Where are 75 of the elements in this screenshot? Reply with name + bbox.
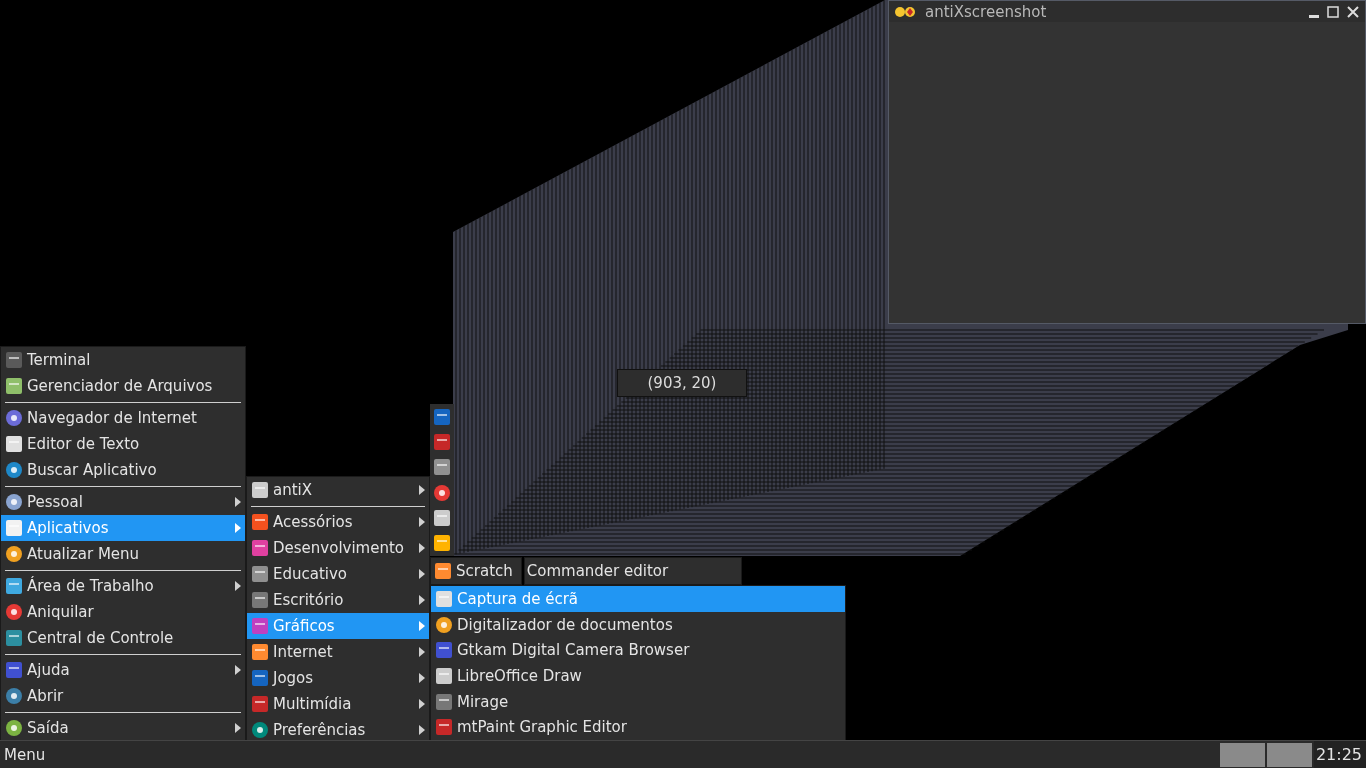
square-icon: [433, 407, 451, 426]
square-icon: [5, 519, 23, 537]
square-icon: [251, 617, 269, 635]
coordinates-tooltip: (903, 20): [617, 369, 747, 397]
circle-icon: [5, 461, 23, 479]
square-icon: [435, 666, 453, 685]
menu-item[interactable]: Acessórios: [247, 509, 429, 535]
menu-item[interactable]: Scratch: [430, 557, 522, 585]
menu-item[interactable]: Central de Controle: [1, 625, 245, 651]
circle-icon: [5, 409, 23, 427]
menu-item[interactable]: Mirage: [431, 688, 845, 715]
square-icon: [5, 351, 23, 369]
app-icon: [895, 4, 917, 19]
square-icon: [433, 534, 451, 553]
maximize-icon[interactable]: [1327, 5, 1339, 18]
square-icon: [251, 695, 269, 713]
square-icon: [433, 508, 451, 527]
square-icon: [251, 539, 269, 557]
menu-item[interactable]: Gerenciador de Arquivos: [1, 373, 245, 399]
square-icon: [5, 377, 23, 395]
menu-item[interactable]: Preferências: [247, 717, 429, 743]
menu-item[interactable]: Buscar Aplicativo: [1, 457, 245, 483]
menu-item[interactable]: Editor de Texto: [1, 431, 245, 457]
circle-icon: [5, 545, 23, 563]
square-icon: [5, 435, 23, 453]
menu-item[interactable]: Internet: [247, 639, 429, 665]
taskbar-button[interactable]: [1219, 742, 1265, 767]
menu-item[interactable]: Navegador de Internet: [1, 405, 245, 431]
circle-icon: [435, 615, 453, 634]
menu-item[interactable]: antiX: [247, 477, 429, 503]
square-icon: [251, 481, 269, 499]
square-icon: [5, 661, 23, 679]
square-icon: [5, 629, 23, 647]
menu-item[interactable]: Aniquilar: [1, 599, 245, 625]
menu-item[interactable]: Atualizar Menu: [1, 541, 245, 567]
circle-icon: [5, 687, 23, 705]
clock: 21:25: [1313, 741, 1366, 768]
square-icon: [433, 433, 451, 451]
square-icon: [251, 643, 269, 661]
square-icon: [251, 591, 269, 609]
menu-item[interactable]: Desenvolvimento: [247, 535, 429, 561]
menu-item[interactable]: Commander editor: [523, 557, 742, 585]
square-icon: [5, 577, 23, 595]
circle-icon: [5, 719, 23, 737]
circle-icon: [251, 721, 269, 739]
menu-item[interactable]: Ajuda: [1, 657, 245, 683]
square-icon: [435, 718, 453, 737]
square-icon: [433, 458, 451, 477]
menu-item[interactable]: Abrir: [1, 683, 245, 709]
square-icon: [435, 641, 453, 660]
square-icon: [434, 562, 452, 580]
square-icon: [251, 565, 269, 583]
square-icon: [435, 589, 453, 608]
square-icon: [251, 669, 269, 687]
window-title: antiXscreenshot: [924, 2, 1048, 21]
menu-item[interactable]: Jogos: [247, 665, 429, 691]
menu-button[interactable]: Menu: [0, 741, 50, 768]
square-icon: [435, 692, 453, 711]
menu-item[interactable]: Pessoal: [1, 489, 245, 515]
menu-item[interactable]: mtPaint Graphic Editor: [431, 714, 845, 741]
menu-item[interactable]: Gtkam Digital Camera Browser: [431, 637, 845, 663]
menu-item[interactable]: Educativo: [247, 561, 429, 587]
menu-item[interactable]: Saída: [1, 715, 245, 741]
menu-item[interactable]: Terminal: [1, 347, 245, 373]
menu-item[interactable]: Digitalizador de documentos: [431, 611, 845, 638]
menu-item[interactable]: LibreOffice Draw: [431, 663, 845, 689]
circle-icon: [5, 603, 23, 621]
circle-icon: [5, 493, 23, 511]
menu-item[interactable]: Escritório: [247, 587, 429, 613]
circle-icon: [433, 483, 451, 502]
close-icon[interactable]: [1347, 5, 1359, 18]
taskbar-button[interactable]: [1266, 742, 1312, 767]
menu-item[interactable]: Multimídia: [247, 691, 429, 717]
menu-item[interactable]: Área de Trabalho: [1, 573, 245, 599]
square-icon: [251, 513, 269, 531]
